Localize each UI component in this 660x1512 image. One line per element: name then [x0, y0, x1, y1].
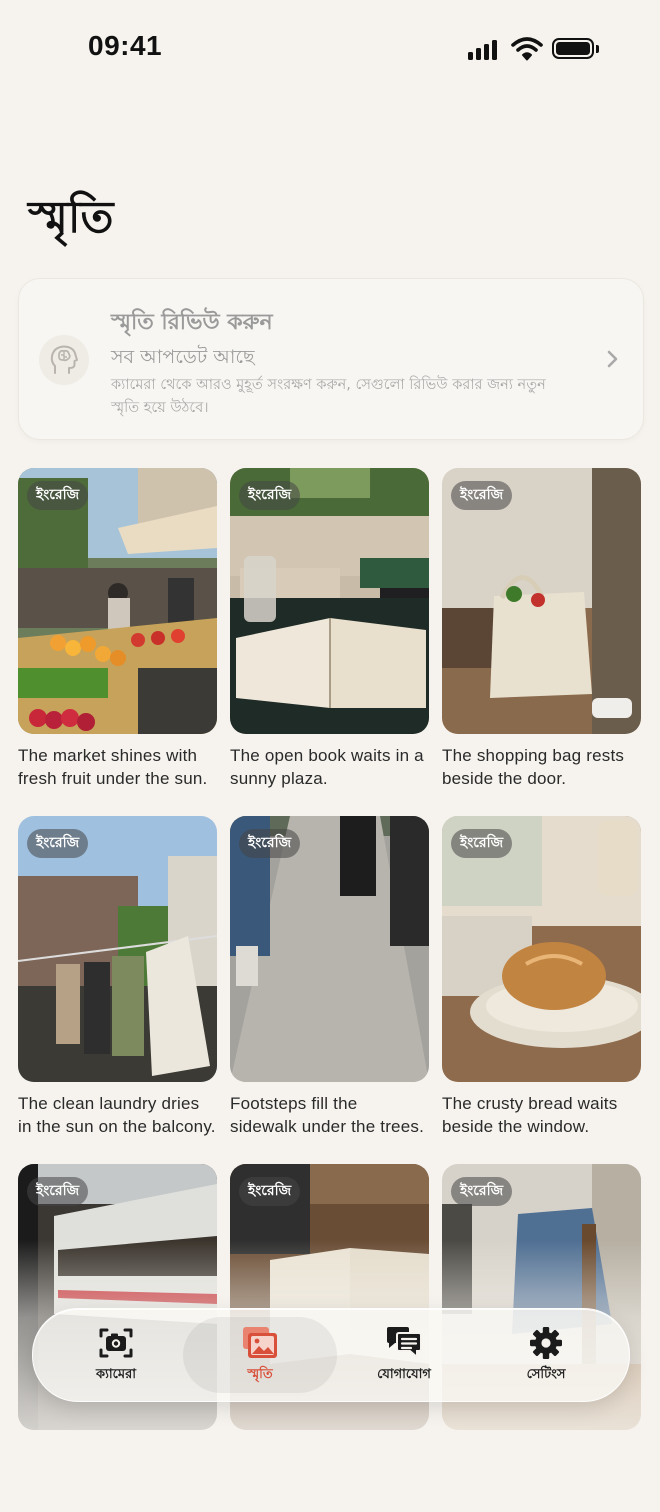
tab-contacts[interactable]: যোগাযোগ: [329, 1309, 479, 1401]
language-badge: ইংরেজি: [451, 829, 513, 858]
battery-icon: [552, 38, 594, 59]
tab-camera[interactable]: ক্যামেরা: [41, 1309, 191, 1401]
memory-card[interactable]: ইংরেজি The clean laundry dries in the su…: [18, 816, 217, 1164]
memory-photo[interactable]: ইংরেজি: [442, 816, 641, 1082]
status-icons: [466, 36, 606, 62]
page-title: স্মৃতি: [28, 192, 114, 243]
chevron-right-icon: [607, 350, 618, 368]
memory-card[interactable]: ইংরেজি The open book waits in a sunny pl…: [230, 468, 429, 816]
review-memories-card[interactable]: স্মৃতি রিভিউ করুন সব আপডেট আছে ক্যামেরা …: [18, 278, 644, 440]
gear-icon: [530, 1326, 562, 1359]
memory-caption: The open book waits in a sunny plaza.: [230, 746, 424, 788]
memory-card[interactable]: ইংরেজি The crusty bread waits beside the…: [442, 816, 641, 1164]
memory-photo[interactable]: ইংরেজি: [442, 468, 641, 734]
memory-photo[interactable]: ইংরেজি: [230, 816, 429, 1082]
review-card-description: ক্যামেরা থেকে আরও মুহূর্ত সংরক্ষণ করুন, …: [111, 377, 546, 416]
tab-memories[interactable]: স্মৃতি: [183, 1309, 337, 1401]
review-card-subtitle: সব আপডেট আছে: [111, 346, 255, 368]
tab-label: স্মৃতি: [247, 1366, 273, 1382]
tab-label: ক্যামেরা: [96, 1366, 136, 1382]
cellular-signal-icon: [466, 36, 502, 62]
tab-settings[interactable]: সেটিংস: [471, 1309, 621, 1401]
memory-card[interactable]: ইংরেজি The shopping bag rests beside the…: [442, 468, 641, 816]
photos-icon: [243, 1326, 277, 1358]
memory-caption: The clean laundry dries in the sun on th…: [18, 1094, 216, 1136]
memory-caption: The shopping bag rests beside the door.: [442, 746, 625, 788]
tab-bar: ক্যামেরা স্মৃতি যোগাযোগ সেটিংস: [32, 1308, 630, 1402]
memory-photo[interactable]: ইংরেজি: [18, 816, 217, 1082]
tab-label: যোগাযোগ: [377, 1366, 431, 1382]
memory-card[interactable]: ইংরেজি The market shines with fresh frui…: [18, 468, 217, 816]
language-badge: ইংরেজি: [451, 1177, 513, 1206]
review-card-title: স্মৃতি রিভিউ করুন: [111, 310, 273, 335]
memory-photo[interactable]: ইংরেজি: [230, 468, 429, 734]
memory-card[interactable]: ইংরেজি Footsteps fill the sidewalk under…: [230, 816, 429, 1164]
wifi-icon: [511, 37, 543, 61]
memory-caption: Footsteps fill the sidewalk under the tr…: [230, 1094, 424, 1136]
memory-caption: The market shines with fresh fruit under…: [18, 746, 208, 788]
language-badge: ইংরেজি: [239, 1177, 301, 1206]
memory-photo[interactable]: ইংরেজি: [18, 468, 217, 734]
status-time: 09:41: [88, 30, 163, 61]
tab-label: সেটিংস: [526, 1366, 566, 1382]
language-badge: ইংরেজি: [27, 829, 89, 858]
camera-icon: [99, 1328, 133, 1357]
memory-caption: The crusty bread waits beside the window…: [442, 1094, 618, 1136]
language-badge: ইংরেজি: [451, 481, 513, 510]
language-badge: ইংরেজি: [27, 1177, 89, 1206]
language-badge: ইংরেজি: [27, 481, 89, 510]
language-badge: ইংরেজি: [239, 829, 301, 858]
brain-head-icon: [39, 335, 89, 385]
chat-icon: [387, 1326, 422, 1359]
language-badge: ইংরেজি: [239, 481, 301, 510]
